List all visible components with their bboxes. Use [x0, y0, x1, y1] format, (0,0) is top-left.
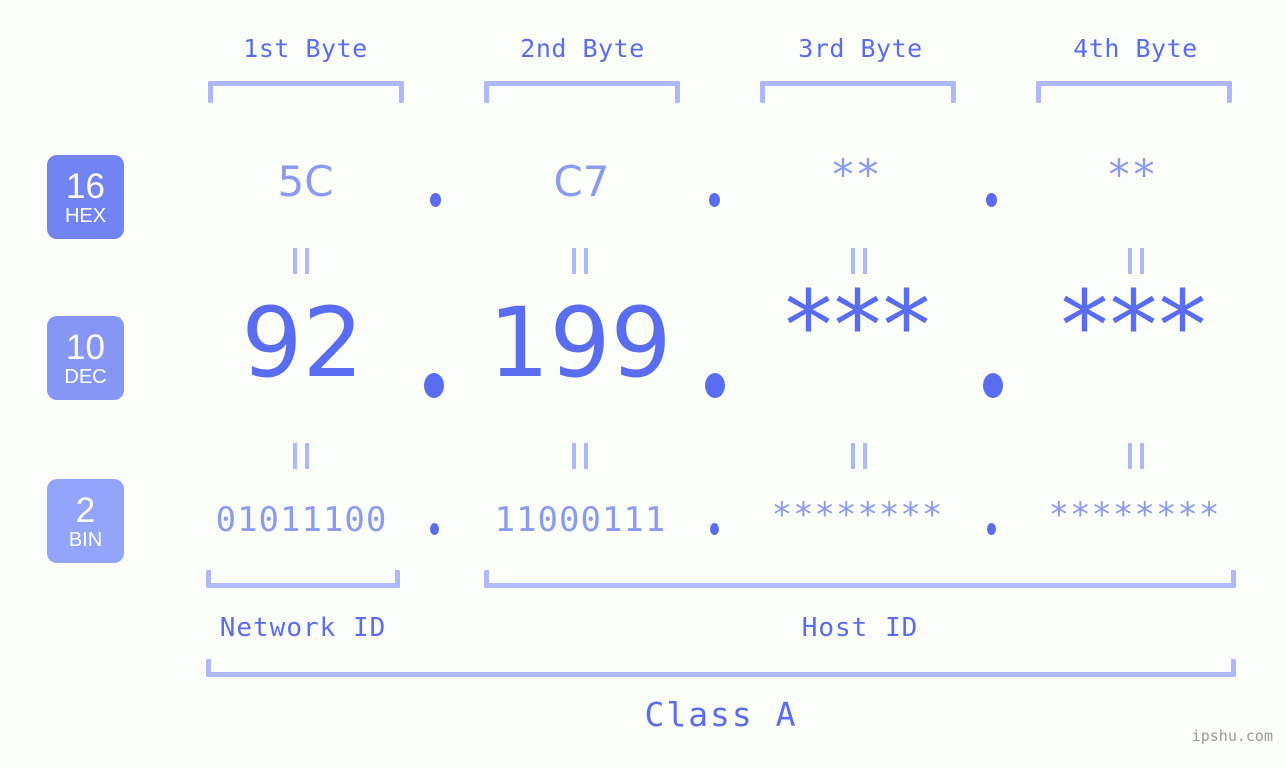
base-badge-dec[interactable]: 10 DEC [47, 316, 124, 400]
byte-bracket-top-1 [208, 81, 404, 103]
dec-separator-3 [983, 373, 1003, 398]
dec-octet-2: 199 [488, 287, 672, 399]
base-badge-dec-number: 10 [66, 327, 105, 367]
class-bracket [206, 659, 1236, 677]
bin-separator-3 [987, 523, 996, 535]
hex-octet-3: ** [832, 150, 883, 199]
hex-separator-2 [709, 193, 720, 207]
bin-octet-4: ******** [1048, 495, 1221, 535]
base-badge-hex-unit: HEX [64, 204, 107, 227]
dec-separator-2 [705, 373, 725, 398]
base-badge-hex-number: 16 [66, 166, 105, 206]
byte-column-header-1: 1st Byte [243, 34, 368, 63]
base-badge-bin[interactable]: 2 BIN [47, 479, 124, 563]
base-badge-dec-unit: DEC [64, 365, 107, 388]
byte-bracket-top-3 [760, 81, 956, 103]
bin-separator-2 [710, 523, 719, 535]
network-id-label: Network ID [219, 613, 387, 643]
site-watermark: ipshu.com [1191, 727, 1273, 745]
byte-column-header-4: 4th Byte [1073, 34, 1198, 63]
equals-mark-decbin-1 [293, 443, 309, 469]
base-badge-hex[interactable]: 16 HEX [47, 155, 124, 239]
hex-octet-1: 5C [277, 157, 334, 206]
hex-octet-4: ** [1108, 150, 1159, 199]
equals-mark-hexdec-1 [293, 248, 309, 274]
bin-octet-2: 11000111 [494, 500, 667, 540]
base-badge-bin-unit: BIN [68, 528, 103, 551]
host-id-bracket [484, 570, 1236, 588]
dec-octet-1: 92 [241, 287, 364, 399]
equals-mark-decbin-3 [851, 443, 867, 469]
class-label: Class A [644, 695, 798, 734]
bin-octet-3: ******** [771, 495, 944, 535]
ip-address-breakdown-diagram: 1st Byte 2nd Byte 3rd Byte 4th Byte 16 H… [0, 0, 1285, 767]
byte-column-header-3: 3rd Byte [798, 34, 923, 63]
equals-mark-decbin-4 [1128, 443, 1144, 469]
byte-column-header-2: 2nd Byte [520, 34, 645, 63]
equals-mark-decbin-2 [572, 443, 588, 469]
equals-mark-hexdec-2 [572, 248, 588, 274]
base-badge-bin-number: 2 [75, 490, 96, 530]
hex-octet-2: C7 [553, 157, 610, 206]
hex-separator-1 [430, 193, 441, 207]
dec-separator-1 [424, 373, 444, 398]
host-id-label: Host ID [801, 613, 919, 643]
dec-octet-3: *** [784, 270, 932, 382]
byte-bracket-top-4 [1036, 81, 1232, 103]
bin-separator-1 [430, 523, 439, 535]
network-id-bracket [206, 570, 400, 588]
byte-bracket-top-2 [484, 81, 680, 103]
hex-separator-3 [986, 193, 997, 207]
bin-octet-1: 01011100 [215, 500, 388, 540]
dec-octet-4: *** [1060, 270, 1208, 382]
